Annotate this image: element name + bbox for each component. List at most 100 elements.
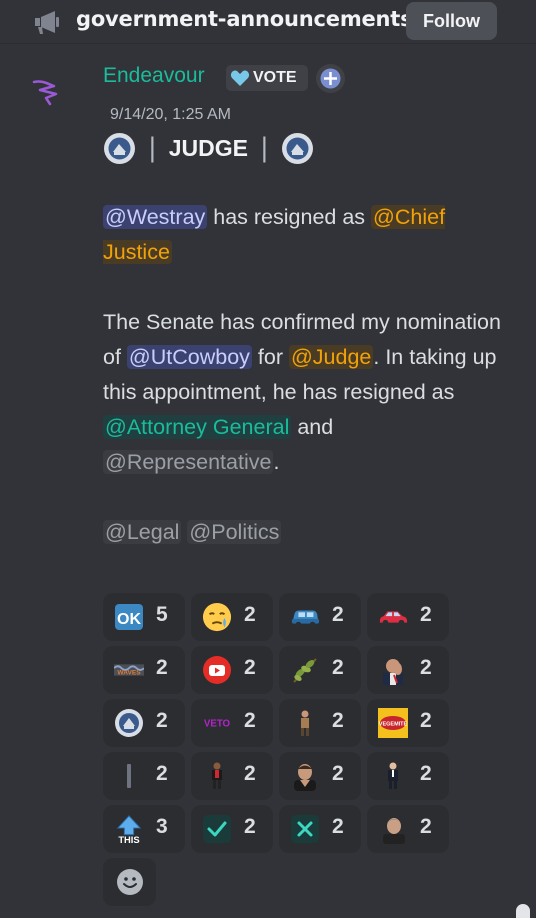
- scrollbar-thumb[interactable]: [516, 904, 530, 918]
- reaction-count: 2: [420, 603, 432, 626]
- role-mention[interactable]: @Politics: [187, 520, 282, 544]
- reaction-count: 2: [420, 762, 432, 785]
- megaphone-icon: [35, 11, 59, 34]
- sad-relieved-face-icon: [202, 602, 232, 632]
- reaction-button[interactable]: 2: [367, 593, 449, 641]
- user-mention[interactable]: @Westray: [103, 205, 208, 229]
- add-reaction-button[interactable]: [103, 858, 156, 906]
- red-car-icon: [378, 602, 408, 632]
- veto-text-icon: VETO: [202, 708, 232, 738]
- reaction-count: 2: [332, 815, 344, 838]
- vegemite-icon: VEGEMITE: [378, 708, 408, 738]
- message-text: and: [291, 415, 334, 439]
- reaction-count: 2: [420, 815, 432, 838]
- channel-header: government-announcements Follow: [0, 0, 536, 44]
- role-mention[interactable]: @Legal: [103, 520, 182, 544]
- reaction-count: 2: [420, 656, 432, 679]
- message-text: for: [251, 345, 289, 369]
- leaf-branch-icon: [290, 655, 320, 685]
- plus-badge-icon[interactable]: [315, 63, 346, 94]
- government-seal-icon: [281, 132, 313, 164]
- reaction-button[interactable]: 2: [367, 646, 449, 694]
- message-title: JUDGE: [168, 134, 249, 161]
- smiley-icon: [116, 869, 143, 895]
- message-content: @Westray has resigned as @Chief Justice …: [103, 200, 503, 585]
- reaction-button[interactable]: 2: [191, 805, 273, 853]
- standing-figure-icon: [290, 708, 320, 738]
- reaction-button[interactable]: VEGEMITE 2: [367, 699, 449, 747]
- reaction-count: 2: [156, 762, 168, 785]
- reaction-count: 2: [244, 762, 256, 785]
- channel-name: government-announcements: [76, 7, 413, 31]
- avatar[interactable]: [30, 76, 62, 110]
- man-portrait-icon: [290, 761, 320, 791]
- reaction-count: 2: [244, 656, 256, 679]
- man-face-icon: [378, 814, 408, 844]
- message-author[interactable]: Endeavour: [103, 64, 205, 88]
- this-arrow-icon: THIS: [114, 814, 144, 845]
- role-mention[interactable]: @Judge: [288, 345, 374, 369]
- youtube-icon: [202, 655, 232, 685]
- suit-person-icon: [378, 761, 408, 791]
- svg-text:OK: OK: [117, 611, 141, 628]
- reaction-button[interactable]: 2: [191, 646, 273, 694]
- blue-car-icon: [290, 602, 320, 632]
- reaction-button[interactable]: 2: [103, 699, 185, 747]
- message-text: has resigned as: [207, 205, 372, 229]
- reaction-button[interactable]: OK 5: [103, 593, 185, 641]
- role-mention[interactable]: @Representative: [103, 450, 274, 474]
- reaction-count: 2: [156, 709, 168, 732]
- heart-icon: [230, 70, 250, 86]
- government-seal-icon: [104, 132, 135, 164]
- title-separator: |: [148, 133, 157, 163]
- face-palm-person-icon: [378, 655, 408, 685]
- check-mark-icon: [202, 814, 232, 844]
- message-paragraph: @Westray has resigned as @Chief Justice: [103, 200, 503, 270]
- cross-mark-icon: [290, 814, 320, 844]
- message-paragraph: The Senate has confirmed my nomination o…: [103, 305, 503, 480]
- reaction-button[interactable]: 2: [367, 752, 449, 800]
- reaction-button[interactable]: 2: [279, 646, 361, 694]
- reaction-count: 2: [420, 709, 432, 732]
- reaction-count: 2: [156, 656, 168, 679]
- user-mention[interactable]: @UtCowboy: [126, 345, 252, 369]
- thin-bar-icon: [114, 761, 144, 791]
- reaction-count: 2: [332, 603, 344, 626]
- message-paragraph: @Legal @Politics: [103, 515, 503, 550]
- waves-text-icon: WAVES: [114, 655, 144, 685]
- reaction-count: 2: [332, 709, 344, 732]
- reaction-count: 2: [244, 815, 256, 838]
- message-text: .: [273, 450, 280, 474]
- government-seal-icon: [114, 708, 144, 738]
- reaction-button[interactable]: 2: [279, 593, 361, 641]
- svg-text:VEGEMITE: VEGEMITE: [379, 722, 408, 728]
- reaction-button[interactable]: 2: [279, 752, 361, 800]
- reaction-button[interactable]: WAVES 2: [103, 646, 185, 694]
- svg-text:VETO: VETO: [204, 719, 231, 730]
- reaction-count: 2: [332, 762, 344, 785]
- reaction-count: 2: [332, 656, 344, 679]
- role-tag-label: VOTE: [253, 69, 297, 86]
- reaction-count: 5: [156, 603, 168, 626]
- reaction-button[interactable]: VETO 2: [191, 699, 273, 747]
- reaction-button[interactable]: THIS 3: [103, 805, 185, 853]
- reaction-button[interactable]: 2: [279, 805, 361, 853]
- role-tag: VOTE: [226, 65, 308, 91]
- reaction-button[interactable]: 2: [191, 593, 273, 641]
- reaction-count: 2: [244, 603, 256, 626]
- follow-button[interactable]: Follow: [406, 2, 497, 40]
- ok-button-icon: OK: [114, 602, 144, 632]
- small-person-red-icon: [202, 761, 232, 791]
- reaction-count: 2: [244, 709, 256, 732]
- title-separator: |: [260, 133, 269, 163]
- reaction-count: 3: [156, 815, 168, 838]
- svg-text:WAVES: WAVES: [117, 670, 141, 677]
- message-title-row: | JUDGE |: [103, 130, 314, 166]
- reaction-button[interactable]: 2: [279, 699, 361, 747]
- reaction-button[interactable]: 2: [103, 752, 185, 800]
- role-mention[interactable]: @Attorney General: [103, 415, 292, 439]
- message-timestamp: 9/14/20, 1:25 AM: [110, 106, 231, 123]
- reaction-button[interactable]: 2: [191, 752, 273, 800]
- reaction-button[interactable]: 2: [367, 805, 449, 853]
- svg-text:THIS: THIS: [118, 835, 139, 845]
